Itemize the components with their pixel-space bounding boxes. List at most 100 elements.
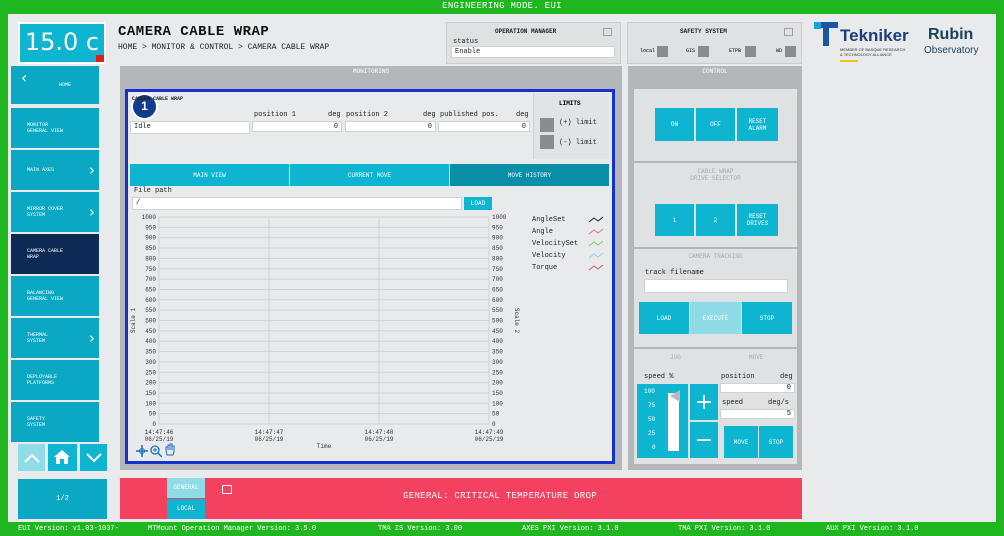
y-tick-label: 500: [145, 318, 156, 325]
sidebar-item-safety[interactable]: SAFETY SYSTEM: [11, 402, 99, 442]
reset-drives-button[interactable]: RESET DRIVES: [737, 204, 778, 236]
position2-unit: deg: [423, 111, 436, 119]
x-tick-time: 14:47:48: [365, 429, 394, 436]
position-input[interactable]: 0: [720, 383, 795, 393]
speed-tick-100: 100: [644, 388, 655, 395]
sidebar-item-mirror-cover[interactable]: MIRROR COVER SYSTEM ›: [11, 192, 99, 232]
tekniker-sub2: & TECHNOLOGY ALLIANCE: [840, 52, 892, 57]
safety-open-icon[interactable]: [784, 28, 793, 36]
sidebar-home-button[interactable]: ‹ HOME: [11, 66, 99, 104]
limits-title: LIMITS: [559, 100, 581, 107]
cable-wrap-subtitle: CAMERA CABLE WRAP: [132, 96, 184, 102]
monitoring-header: MONITORING: [120, 66, 622, 80]
sidebar-item-camera-cable-wrap[interactable]: CAMERA CABLE WRAP: [11, 234, 99, 274]
crosshair-icon[interactable]: [136, 444, 148, 457]
move-button[interactable]: MOVE: [724, 426, 758, 458]
chevron-right-icon: ›: [89, 203, 95, 221]
sidebar-item-label: SAFETY SYSTEM: [27, 416, 45, 428]
drive-2-button[interactable]: 2: [696, 204, 735, 236]
limit-plus-label: (+) limit: [559, 119, 597, 127]
safety-system-panel: SAFETY SYSTEM local GIS ETPB WD: [627, 22, 802, 64]
sidebar-down-button[interactable]: [80, 444, 107, 471]
alarm-message: GENERAL: CRITICAL TEMPERATURE DROP: [403, 491, 597, 501]
operation-manager-panel: OPERATION MANAGER status Enable: [446, 22, 621, 64]
file-path-label: File path: [134, 187, 172, 195]
plus-icon: +: [694, 389, 714, 415]
y-tick-label: 350: [145, 349, 156, 356]
sidebar-home-icon-button[interactable]: [48, 444, 77, 471]
sidebar-item-label-line2: GENERAL VIEW: [27, 296, 64, 302]
y-tick-label: 750: [145, 266, 156, 273]
reset-alarm-button[interactable]: RESET ALARM: [737, 108, 778, 141]
op-manager-title: OPERATION MANAGER: [495, 28, 557, 35]
legend-swatch: [588, 264, 604, 271]
rubin-logo: Rubin Observatory: [924, 26, 986, 62]
x-tick-time: 14:47:49: [475, 429, 504, 436]
sidebar-item-monitor[interactable]: MONITOR GENERAL VIEW: [11, 108, 99, 148]
alarm-expand-icon[interactable]: [222, 485, 232, 494]
position2-label: position 2: [346, 111, 389, 119]
chevron-right-icon: ›: [89, 329, 95, 347]
rubin-name: Rubin: [928, 26, 974, 43]
tma-is-version: TMA IS Version: 3.00: [378, 525, 463, 533]
sidebar-up-button[interactable]: [18, 444, 45, 471]
legend-swatch: [588, 240, 604, 247]
speed-label: speed: [722, 399, 744, 407]
tracking-execute-button[interactable]: EXECUTE: [690, 302, 741, 334]
sidebar-item-label-line2: SYSTEM: [27, 422, 46, 428]
speed-slider[interactable]: 100 75 50 25 0: [637, 384, 688, 458]
y-tick-label: 1000: [142, 214, 157, 221]
y2-tick-label: 450: [492, 328, 503, 335]
tracking-load-button[interactable]: LOAD: [639, 302, 689, 334]
history-chart: 1000 1000 950 950 900 900 850 850 800 800 750 750 70…: [129, 212, 609, 460]
track-filename-input[interactable]: [644, 279, 788, 293]
y-tick-label: 200: [145, 380, 156, 387]
jog-minus-button[interactable]: −: [690, 422, 718, 458]
jog-label: JOG: [670, 354, 681, 361]
y-tick-label: 50: [149, 411, 157, 418]
alarm-bar[interactable]: GENERAL LOCAL GENERAL: CRITICAL TEMPERAT…: [120, 478, 802, 519]
sidebar-page-indicator[interactable]: 1/2: [18, 479, 107, 519]
y2-axis-label: Scale 2: [513, 308, 520, 334]
stop-button[interactable]: STOP: [759, 426, 793, 458]
page-title: CAMERA CABLE WRAP: [118, 24, 270, 40]
file-load-button[interactable]: LOAD: [464, 197, 492, 210]
drive-1-button[interactable]: 1: [655, 204, 694, 236]
file-path-input[interactable]: /: [132, 197, 462, 210]
sidebar-item-balancing[interactable]: BALANCING GENERAL VIEW: [11, 276, 99, 316]
tracking-title: CAMERA TRACKING: [688, 253, 743, 260]
op-manager-open-icon[interactable]: [603, 28, 612, 36]
sidebar-item-label: MAIN AXES: [27, 167, 54, 173]
sidebar-item-label-line2: PLATFORMS: [27, 380, 55, 386]
pan-hand-icon[interactable]: [164, 443, 176, 456]
y2-tick-label: 750: [492, 266, 503, 273]
sidebar-item-label-line1: MAIN AXES: [27, 167, 55, 173]
speed-input[interactable]: 5: [720, 409, 795, 419]
sidebar-item-main-axes[interactable]: MAIN AXES ›: [11, 150, 99, 190]
y2-tick-label: 600: [492, 297, 503, 304]
minus-icon: −: [694, 427, 714, 453]
tracking-stop-button[interactable]: STOP: [742, 302, 792, 334]
sidebar-item-deployable-platforms[interactable]: DEPLOYABLE PLATFORMS: [11, 360, 99, 400]
legend-entry: Torque: [532, 264, 557, 272]
y2-tick-label: 900: [492, 235, 503, 242]
y-tick-label: 250: [145, 369, 156, 376]
on-button[interactable]: ON: [655, 108, 694, 141]
track-filename-label: track filename: [645, 269, 704, 277]
sidebar-item-label-line2: SYSTEM: [27, 212, 46, 218]
alarm-local-tag[interactable]: LOCAL: [167, 499, 205, 519]
sidebar-item-thermal[interactable]: THERMAL SYSTEM ›: [11, 318, 99, 358]
speed-slider-handle[interactable]: [670, 390, 680, 402]
zoom-icon[interactable]: [150, 444, 163, 458]
x-tick-time: 14:47:47: [255, 429, 284, 436]
tab-current-move[interactable]: CURRENT MOVE: [290, 164, 449, 186]
tekniker-name: Tekniker: [840, 26, 909, 45]
y-tick-label: 600: [145, 297, 156, 304]
drive-selector-title2: DRIVE SELECTOR: [690, 175, 741, 182]
tab-move-history[interactable]: MOVE HISTORY: [450, 164, 609, 186]
alarm-general-tag[interactable]: GENERAL: [167, 478, 205, 498]
off-button[interactable]: OFF: [696, 108, 735, 141]
mode-banner: ENGINEERING MODE. EUI: [442, 1, 562, 11]
tab-main-view[interactable]: MAIN VIEW: [130, 164, 289, 186]
jog-plus-button[interactable]: +: [690, 384, 718, 420]
